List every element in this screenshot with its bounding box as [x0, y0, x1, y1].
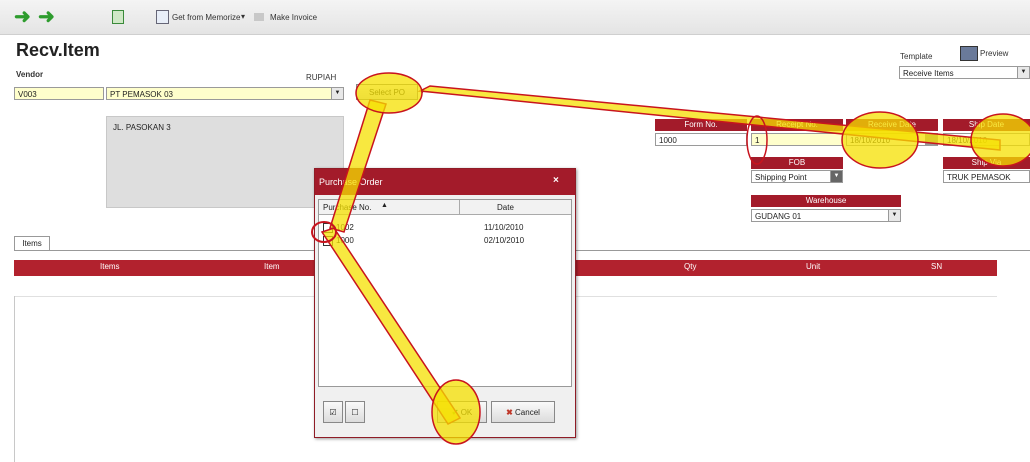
select-po-button[interactable]: Select PO: [356, 84, 418, 100]
header-divider: [459, 200, 460, 214]
chevron-down-icon[interactable]: ▼: [888, 210, 900, 221]
fob-select[interactable]: Shipping Point ▼: [751, 170, 843, 183]
list-item[interactable]: 1002 11/10/2010: [319, 222, 571, 234]
grid-left-border: [14, 296, 15, 462]
warehouse-header: Warehouse: [751, 195, 901, 207]
warehouse-value: GUDANG 01: [755, 212, 802, 221]
col-item[interactable]: Item: [264, 262, 280, 271]
ship-via-value: TRUK PEMASOK: [947, 173, 1011, 182]
invoice-icon: [254, 13, 264, 21]
purchase-order-dialog: Purchase Order × Purchase No. ▲ Date 100…: [314, 168, 576, 438]
ship-date-header: Ship Date: [943, 119, 1030, 131]
receipt-no-field[interactable]: 1: [751, 133, 843, 146]
receipt-no-header: Receipt No.: [751, 119, 843, 131]
fob-value: Shipping Point: [755, 173, 807, 182]
chevron-down-icon[interactable]: ▾: [421, 87, 425, 95]
chevron-down-icon[interactable]: ▼: [331, 88, 343, 99]
vendor-label: Vendor: [16, 70, 44, 79]
po-number: 1000: [336, 236, 354, 245]
template-select[interactable]: Receive Items ▼: [899, 66, 1030, 79]
x-icon: ✖: [506, 408, 513, 417]
chevron-down-icon[interactable]: ▼: [1017, 67, 1029, 78]
po-date: 02/10/2010: [484, 236, 525, 245]
checkbox[interactable]: [323, 223, 333, 233]
po-list: Purchase No. ▲ Date 1002 11/10/2010 1000…: [318, 199, 572, 387]
checkbox[interactable]: [323, 236, 333, 246]
template-label: Template: [900, 52, 933, 61]
back-arrow-icon[interactable]: ➜: [14, 7, 31, 27]
vendor-address: JL. PASOKAN 3: [113, 123, 171, 132]
check-all-icon[interactable]: ☑: [323, 401, 343, 423]
make-invoice-button[interactable]: Make Invoice: [270, 13, 317, 22]
po-list-header: Purchase No. ▲ Date: [319, 200, 571, 215]
ship-date-field[interactable]: 18/10/2010: [943, 133, 1030, 146]
printer-icon[interactable]: [960, 46, 978, 61]
address-box[interactable]: JL. PASOKAN 3: [106, 116, 344, 208]
ok-button[interactable]: ✔ OK: [437, 401, 487, 423]
form-no-field[interactable]: 1000: [655, 133, 747, 146]
po-date: 11/10/2010: [484, 223, 524, 232]
col-items[interactable]: Items: [100, 262, 120, 271]
warehouse-select[interactable]: GUDANG 01 ▼: [751, 209, 901, 222]
vendor-name-field[interactable]: PT PEMASOK 03 ▼: [106, 87, 344, 100]
tab-items[interactable]: Items: [14, 236, 50, 251]
fob-header: FOB: [751, 157, 843, 169]
vendor-code-field[interactable]: V003: [14, 87, 104, 100]
vendor-name-value: PT PEMASOK 03: [110, 90, 173, 99]
receive-date-field[interactable]: 18/10/2010: [846, 133, 938, 146]
preview-button[interactable]: Preview: [980, 49, 1008, 58]
cancel-button[interactable]: ✖ Cancel: [491, 401, 555, 423]
chevron-down-icon[interactable]: ▼: [830, 171, 842, 182]
col-sn[interactable]: SN: [931, 262, 942, 271]
ship-via-header: Ship Via: [943, 157, 1030, 169]
select-po-label: Select PO: [368, 88, 405, 97]
receive-date-value: 18/10/2010: [850, 136, 891, 145]
sort-up-icon: ▲: [381, 202, 388, 209]
form-no-header: Form No.: [655, 119, 747, 131]
col-unit[interactable]: Unit: [806, 262, 820, 271]
currency-label: RUPIAH: [306, 73, 337, 82]
po-number: 1002: [336, 223, 354, 232]
ship-via-select[interactable]: TRUK PEMASOK: [943, 170, 1030, 183]
list-item[interactable]: 1000 02/10/2010: [319, 235, 571, 247]
dialog-title: Purchase Order: [319, 177, 383, 187]
toolbar: ➜ ➜ Get from Memorize ▾ Make Invoice: [0, 0, 1030, 35]
ship-date-value: 18/10/2010: [947, 136, 988, 145]
ok-label: OK: [460, 408, 473, 417]
forward-arrow-icon[interactable]: ➜: [38, 7, 55, 27]
template-value: Receive Items: [903, 69, 954, 78]
close-icon[interactable]: ×: [553, 175, 559, 186]
checkmark-icon: ✔: [451, 408, 459, 417]
chevron-down-icon[interactable]: ▾: [241, 12, 245, 21]
copy-icon[interactable]: [112, 10, 124, 24]
memorize-icon: [156, 10, 169, 24]
get-from-memorize-button[interactable]: Get from Memorize: [172, 13, 240, 22]
uncheck-all-icon[interactable]: ☐: [345, 401, 365, 423]
col-date[interactable]: Date: [497, 203, 514, 212]
col-po-no[interactable]: Purchase No.: [323, 203, 371, 212]
receive-date-header: Receive Date: [846, 119, 938, 131]
calendar-icon[interactable]: [925, 134, 937, 145]
col-qty[interactable]: Qty: [684, 262, 696, 271]
cancel-label: Cancel: [515, 408, 540, 417]
dialog-title-bar: Purchase Order ×: [315, 169, 575, 195]
page-title: Recv.Item: [16, 40, 100, 60]
